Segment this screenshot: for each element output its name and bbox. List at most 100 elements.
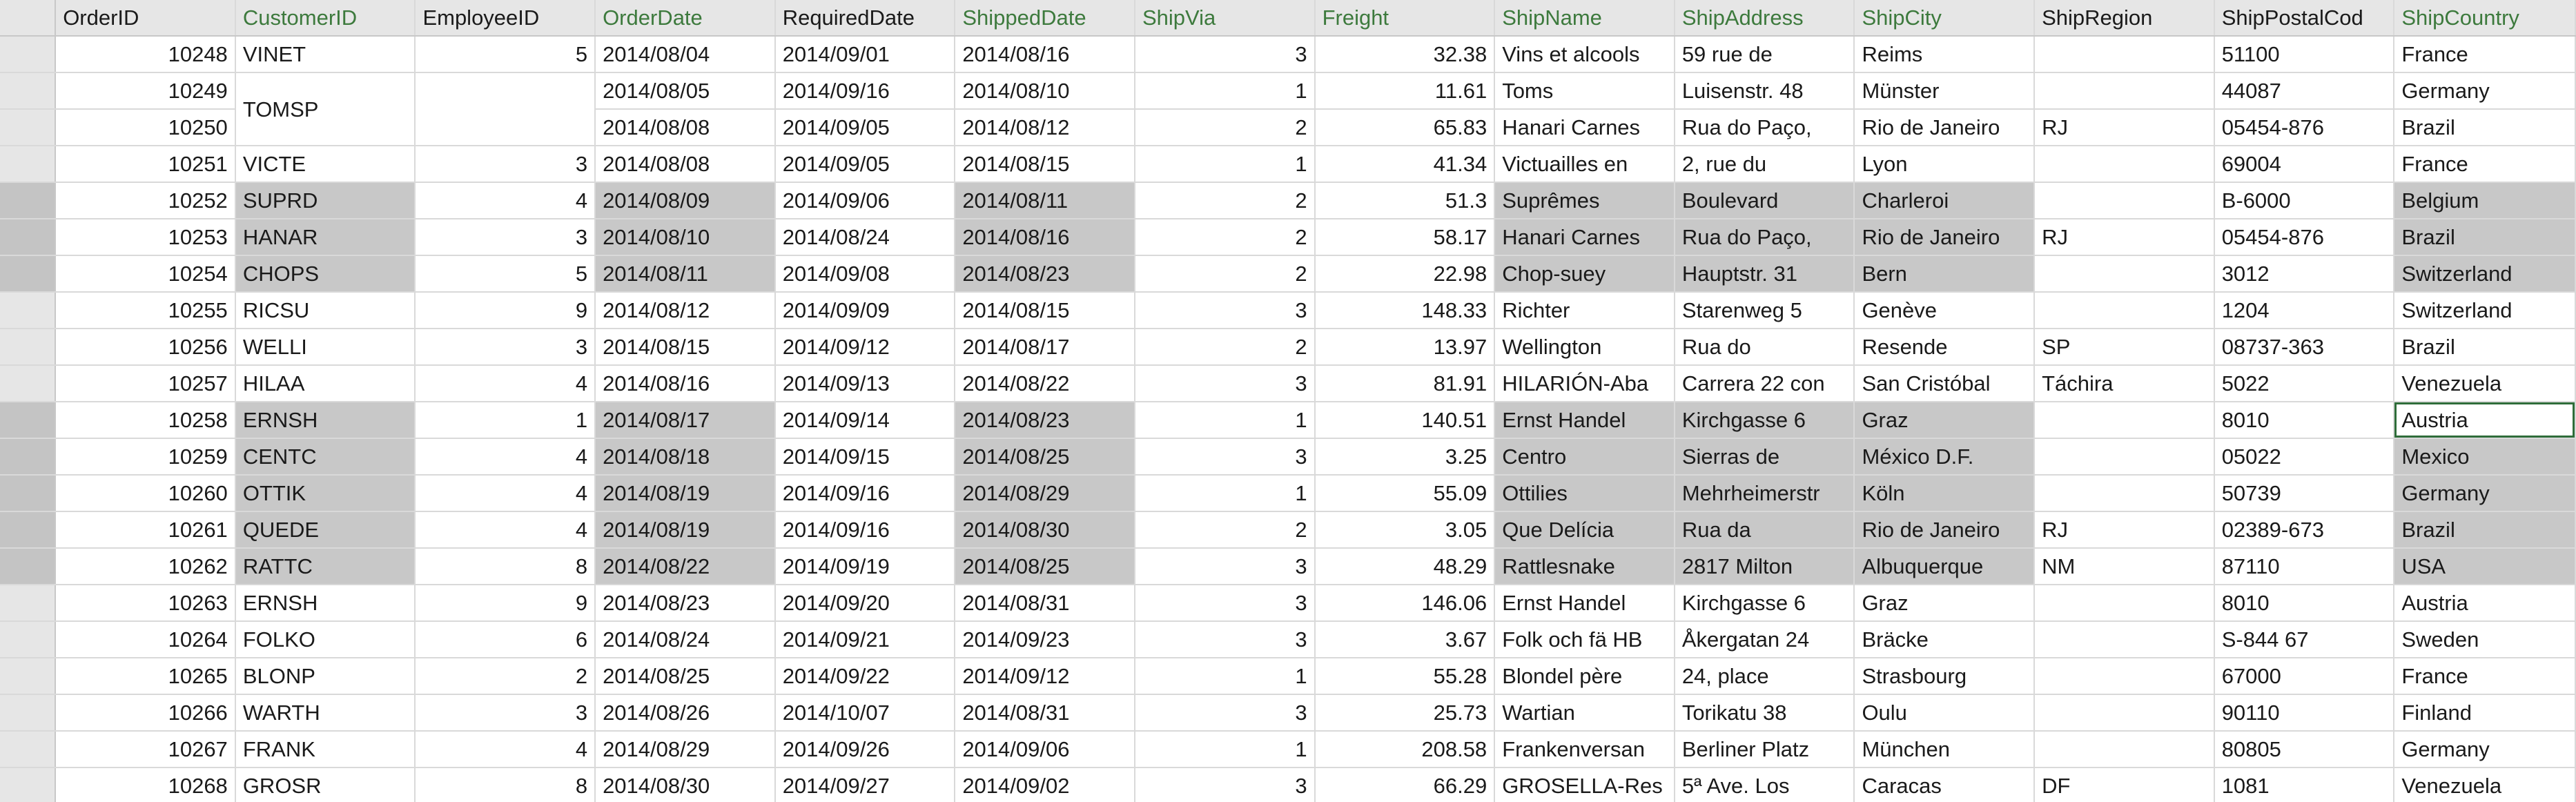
cell-freight[interactable]: 51.3 <box>1314 182 1496 219</box>
cell-shipregion[interactable]: NM <box>2034 548 2215 585</box>
cell-orderdate[interactable]: 2014/08/19 <box>595 511 776 549</box>
cell-shipvia[interactable]: 3 <box>1134 438 1316 476</box>
cell-orderdate[interactable]: 2014/08/12 <box>595 292 776 329</box>
cell-requireddate[interactable]: 2014/09/05 <box>774 146 956 183</box>
cell-shipcountry[interactable]: Venezuela <box>2394 365 2576 402</box>
cell-shipvia[interactable]: 3 <box>1134 621 1316 658</box>
cell-shippostalcode[interactable]: 8010 <box>2214 402 2395 439</box>
cell-customerid[interactable]: TOMSP <box>235 72 416 146</box>
cell-requireddate[interactable]: 2014/09/26 <box>774 731 956 768</box>
cell-orderid[interactable]: 10255 <box>55 292 236 329</box>
cell-orderdate[interactable]: 2014/08/08 <box>595 146 776 183</box>
cell-shipvia[interactable]: 1 <box>1134 72 1316 110</box>
cell-customerid[interactable]: RICSU <box>235 292 416 329</box>
cell-freight[interactable]: 81.91 <box>1314 365 1496 402</box>
cell-shippostalcode[interactable]: 05454-876 <box>2214 109 2395 146</box>
cell-shipaddress[interactable]: Hauptstr. 31 <box>1674 255 1855 293</box>
cell-employeeid[interactable]: 5 <box>415 255 596 293</box>
cell-orderdate[interactable]: 2014/08/16 <box>595 365 776 402</box>
cell-shipcity[interactable]: San Cristóbal <box>1854 365 2036 402</box>
cell-orderid[interactable]: 10260 <box>55 475 236 512</box>
cell-orderdate[interactable]: 2014/08/09 <box>595 182 776 219</box>
cell-shipvia[interactable]: 2 <box>1134 511 1316 549</box>
cell-shippostalcode[interactable]: 05454-876 <box>2214 219 2395 256</box>
row-header[interactable] <box>0 767 57 802</box>
cell-shipaddress[interactable]: Carrera 22 con <box>1674 365 1855 402</box>
cell-shipregion[interactable] <box>2034 72 2215 110</box>
cell-orderid[interactable]: 10248 <box>55 36 236 73</box>
cell-shipaddress[interactable]: Rua do Paço, <box>1674 219 1855 256</box>
cell-shipcity[interactable]: Oulu <box>1854 694 2036 732</box>
cell-shipcountry[interactable]: France <box>2394 658 2576 695</box>
cell-shipname[interactable]: Que Delícia <box>1494 511 1675 549</box>
cell-shipname[interactable]: Wellington <box>1494 329 1675 366</box>
cell-shipaddress[interactable]: Boulevard <box>1674 182 1855 219</box>
cell-requireddate[interactable]: 2014/09/27 <box>774 767 956 802</box>
column-header-orderid[interactable]: OrderID <box>55 0 236 37</box>
cell-employeeid[interactable]: 3 <box>415 694 596 732</box>
cell-shipaddress[interactable]: 2, rue du <box>1674 146 1855 183</box>
cell-shipcountry[interactable]: Venezuela <box>2394 767 2576 802</box>
row-header[interactable] <box>0 292 57 329</box>
cell-freight[interactable]: 3.05 <box>1314 511 1496 549</box>
cell-shippostalcode[interactable]: 3012 <box>2214 255 2395 293</box>
cell-shipvia[interactable]: 2 <box>1134 182 1316 219</box>
cell-shipcountry[interactable]: Switzerland <box>2394 292 2576 329</box>
cell-shippostalcode[interactable]: 69004 <box>2214 146 2395 183</box>
cell-shipregion[interactable]: RJ <box>2034 219 2215 256</box>
cell-shippostalcode[interactable]: 5022 <box>2214 365 2395 402</box>
cell-customerid[interactable]: HANAR <box>235 219 416 256</box>
cell-orderdate[interactable]: 2014/08/11 <box>595 255 776 293</box>
cell-customerid[interactable]: VINET <box>235 36 416 73</box>
cell-shipcity[interactable]: Lyon <box>1854 146 2036 183</box>
cell-shipregion[interactable]: Táchira <box>2034 365 2215 402</box>
cell-shipregion[interactable]: SP <box>2034 329 2215 366</box>
cell-shipcity[interactable]: Graz <box>1854 402 2036 439</box>
cell-customerid[interactable]: WARTH <box>235 694 416 732</box>
cell-shipname[interactable]: GROSELLA-Res <box>1494 767 1675 802</box>
cell-requireddate[interactable]: 2014/09/08 <box>774 255 956 293</box>
cell-shippostalcode[interactable]: 8010 <box>2214 585 2395 622</box>
spreadsheet-grid[interactable]: OrderID CustomerID EmployeeID OrderDate Requ… <box>0 0 2576 802</box>
row-header[interactable] <box>0 548 57 585</box>
cell-shippostalcode[interactable]: B-6000 <box>2214 182 2395 219</box>
cell-employeeid[interactable]: 4 <box>415 475 596 512</box>
cell-customerid[interactable]: HILAA <box>235 365 416 402</box>
cell-shippeddate[interactable]: 2014/08/12 <box>955 109 1135 146</box>
cell-requireddate[interactable]: 2014/09/16 <box>774 511 956 549</box>
cell-shipregion[interactable] <box>2034 438 2215 476</box>
cell-orderdate[interactable]: 2014/08/10 <box>595 219 776 256</box>
cell-shippostalcode[interactable]: 51100 <box>2214 36 2395 73</box>
cell-shipaddress[interactable]: Åkergatan 24 <box>1674 621 1855 658</box>
cell-orderdate[interactable]: 2014/08/17 <box>595 402 776 439</box>
cell-shipcity[interactable]: Bräcke <box>1854 621 2036 658</box>
cell-customerid[interactable]: WELLI <box>235 329 416 366</box>
cell-shipcity[interactable]: Rio de Janeiro <box>1854 109 2036 146</box>
cell-orderid[interactable]: 10258 <box>55 402 236 439</box>
cell-shipvia[interactable]: 3 <box>1134 36 1316 73</box>
row-header[interactable] <box>0 438 57 476</box>
cell-shipname[interactable]: Centro <box>1494 438 1675 476</box>
cell-shipname[interactable]: Rattlesnake <box>1494 548 1675 585</box>
cell-orderdate[interactable]: 2014/08/04 <box>595 36 776 73</box>
cell-shippeddate[interactable]: 2014/08/16 <box>955 219 1135 256</box>
cell-shipaddress[interactable]: Kirchgasse 6 <box>1674 402 1855 439</box>
cell-shipvia[interactable]: 3 <box>1134 585 1316 622</box>
cell-shipregion[interactable] <box>2034 585 2215 622</box>
cell-shippostalcode[interactable]: 08737-363 <box>2214 329 2395 366</box>
cell-shipcity[interactable]: Rio de Janeiro <box>1854 219 2036 256</box>
cell-shipcountry[interactable]: Germany <box>2394 72 2576 110</box>
cell-shippeddate[interactable]: 2014/08/16 <box>955 36 1135 73</box>
cell-shipcity[interactable]: Strasbourg <box>1854 658 2036 695</box>
cell-shipname[interactable]: HILARIÓN-Aba <box>1494 365 1675 402</box>
cell-requireddate[interactable]: 2014/09/14 <box>774 402 956 439</box>
cell-shipregion[interactable] <box>2034 731 2215 768</box>
cell-shipvia[interactable]: 3 <box>1134 694 1316 732</box>
column-header-employeeid[interactable]: EmployeeID <box>415 0 596 37</box>
cell-requireddate[interactable]: 2014/09/16 <box>774 72 956 110</box>
cell-employeeid[interactable]: 8 <box>415 767 596 802</box>
column-header-customerid[interactable]: CustomerID <box>235 0 416 37</box>
cell-orderid[interactable]: 10264 <box>55 621 236 658</box>
cell-shipregion[interactable]: RJ <box>2034 109 2215 146</box>
cell-shipregion[interactable] <box>2034 182 2215 219</box>
